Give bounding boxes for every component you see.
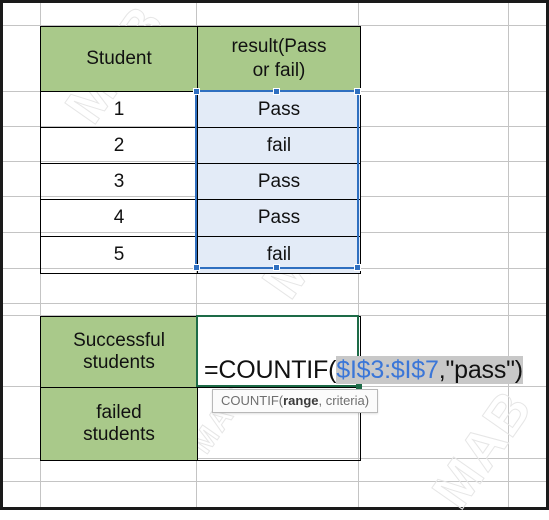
- watermark: MAB: [420, 378, 545, 520]
- result-value[interactable]: Pass: [197, 91, 361, 128]
- table-row[interactable]: 3 Pass: [40, 163, 361, 200]
- gridline-h: [3, 481, 546, 482]
- result-header-line1: result(Pass: [231, 36, 327, 58]
- failed-label-line1: failed: [96, 402, 142, 423]
- result-value[interactable]: Pass: [197, 199, 361, 237]
- function-argument-tooltip: COUNTIF(range, criteria): [212, 389, 379, 413]
- result-value[interactable]: fail: [197, 127, 361, 164]
- student-number[interactable]: 2: [40, 127, 198, 164]
- table-row[interactable]: 1 Pass: [40, 91, 361, 128]
- worksheet-canvas[interactable]: MAB MAB MAB MAB Student result(Pass or f…: [0, 0, 549, 520]
- successful-label-line1: Successful: [73, 330, 165, 351]
- result-value[interactable]: Pass: [197, 163, 361, 200]
- formula-entry-text[interactable]: =COUNTIF($I$3:$I$7,"pass"): [204, 356, 523, 384]
- gridline-v: [508, 3, 509, 507]
- formula-prefix: =COUNTIF(: [204, 356, 337, 384]
- column-header-result: result(Pass or fail): [197, 26, 361, 92]
- student-number[interactable]: 4: [40, 199, 198, 237]
- successful-label-line2: students: [83, 352, 155, 373]
- formula-range-reference[interactable]: $I$3:$I$7: [336, 356, 439, 384]
- table-row[interactable]: 5 fail: [40, 236, 361, 274]
- tooltip-remaining-arguments: , criteria): [318, 393, 370, 408]
- student-results-table[interactable]: Student result(Pass or fail) 1 Pass 2 fa…: [40, 26, 361, 274]
- tooltip-function-name: COUNTIF(: [221, 393, 284, 408]
- result-header-line2: or fail): [252, 60, 306, 81]
- formula-suffix: ,"pass"): [438, 356, 523, 384]
- tooltip-current-argument: range: [283, 393, 319, 408]
- gridline-h: [3, 303, 546, 304]
- table-row[interactable]: 2 fail: [40, 127, 361, 164]
- student-number[interactable]: 1: [40, 91, 198, 128]
- table-row[interactable]: 4 Pass: [40, 199, 361, 237]
- student-number[interactable]: 5: [40, 236, 198, 274]
- table-header-row: Student result(Pass or fail): [40, 26, 361, 92]
- result-value[interactable]: fail: [197, 236, 361, 274]
- student-number[interactable]: 3: [40, 163, 198, 200]
- label-failed-students: failed students: [40, 387, 198, 461]
- failed-label-line2: students: [83, 424, 155, 445]
- label-successful-students: Successful students: [40, 316, 198, 388]
- column-header-student: Student: [40, 26, 198, 92]
